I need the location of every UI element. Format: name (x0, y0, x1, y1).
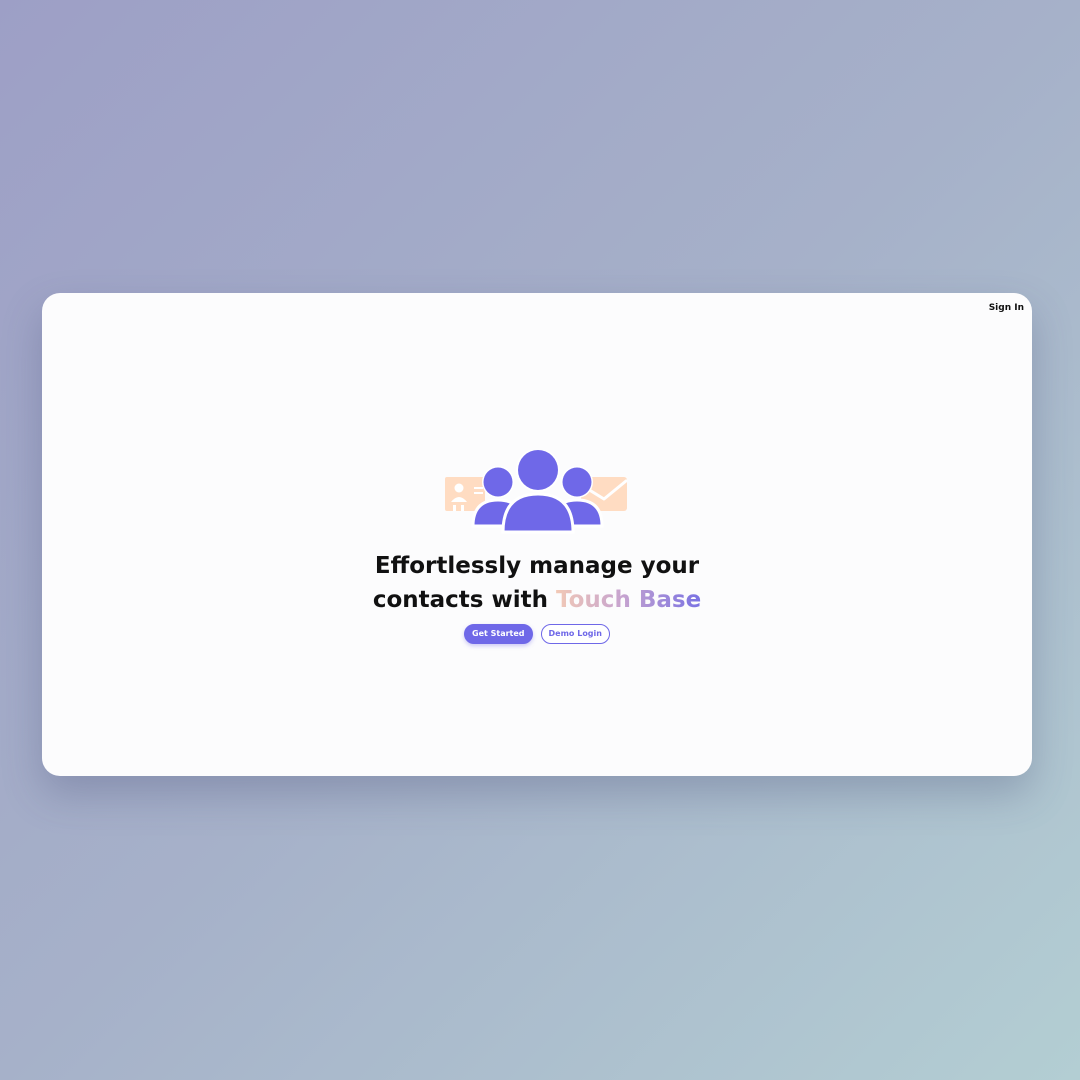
hero-section: Effortlessly manage your contacts with T… (42, 293, 1032, 776)
app-window: Sign In Effortlessly manage your contact… (42, 293, 1032, 776)
brand-name: Touch Base (556, 587, 702, 613)
users-group-icon (471, 450, 604, 534)
get-started-button[interactable]: Get Started (464, 624, 533, 644)
contacts-illustration (445, 450, 628, 534)
hero-heading: Effortlessly manage your contacts with T… (337, 549, 737, 617)
demo-login-button[interactable]: Demo Login (540, 624, 610, 644)
hero-actions: Get Started Demo Login (42, 624, 1032, 644)
